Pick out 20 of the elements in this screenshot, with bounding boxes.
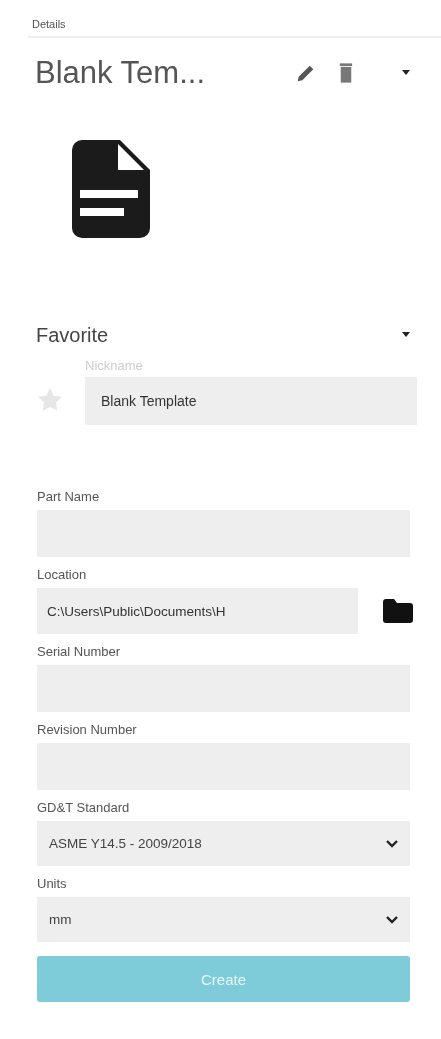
field-label: Location <box>37 567 88 582</box>
nickname-field[interactable]: Blank Template <box>85 377 417 425</box>
field-label: Part Name <box>37 489 101 504</box>
document-icon <box>72 140 150 238</box>
field-label: Revision Number <box>37 722 138 737</box>
chevron-icon <box>386 915 398 924</box>
favorite-label: Favorite <box>36 323 109 347</box>
dropdown[interactable]: mm <box>37 897 410 942</box>
field-label: GD&T Standard <box>37 800 131 815</box>
caret-icon[interactable] <box>401 332 411 338</box>
dropdown[interactable]: ASME Y14.5 - 2009/2018 <box>37 821 410 866</box>
path-field[interactable]: C:\Users\Public\Documents\H <box>37 588 358 634</box>
template-name: Blank Tem... <box>35 55 206 91</box>
field-label: Serial Number <box>37 644 122 659</box>
caret-icon[interactable] <box>401 70 411 76</box>
chevron-icon <box>386 839 398 848</box>
folder-icon[interactable] <box>383 599 413 623</box>
panel-title: Details <box>32 18 66 30</box>
field-label: Units <box>37 876 68 891</box>
delete-icon[interactable] <box>339 63 353 83</box>
